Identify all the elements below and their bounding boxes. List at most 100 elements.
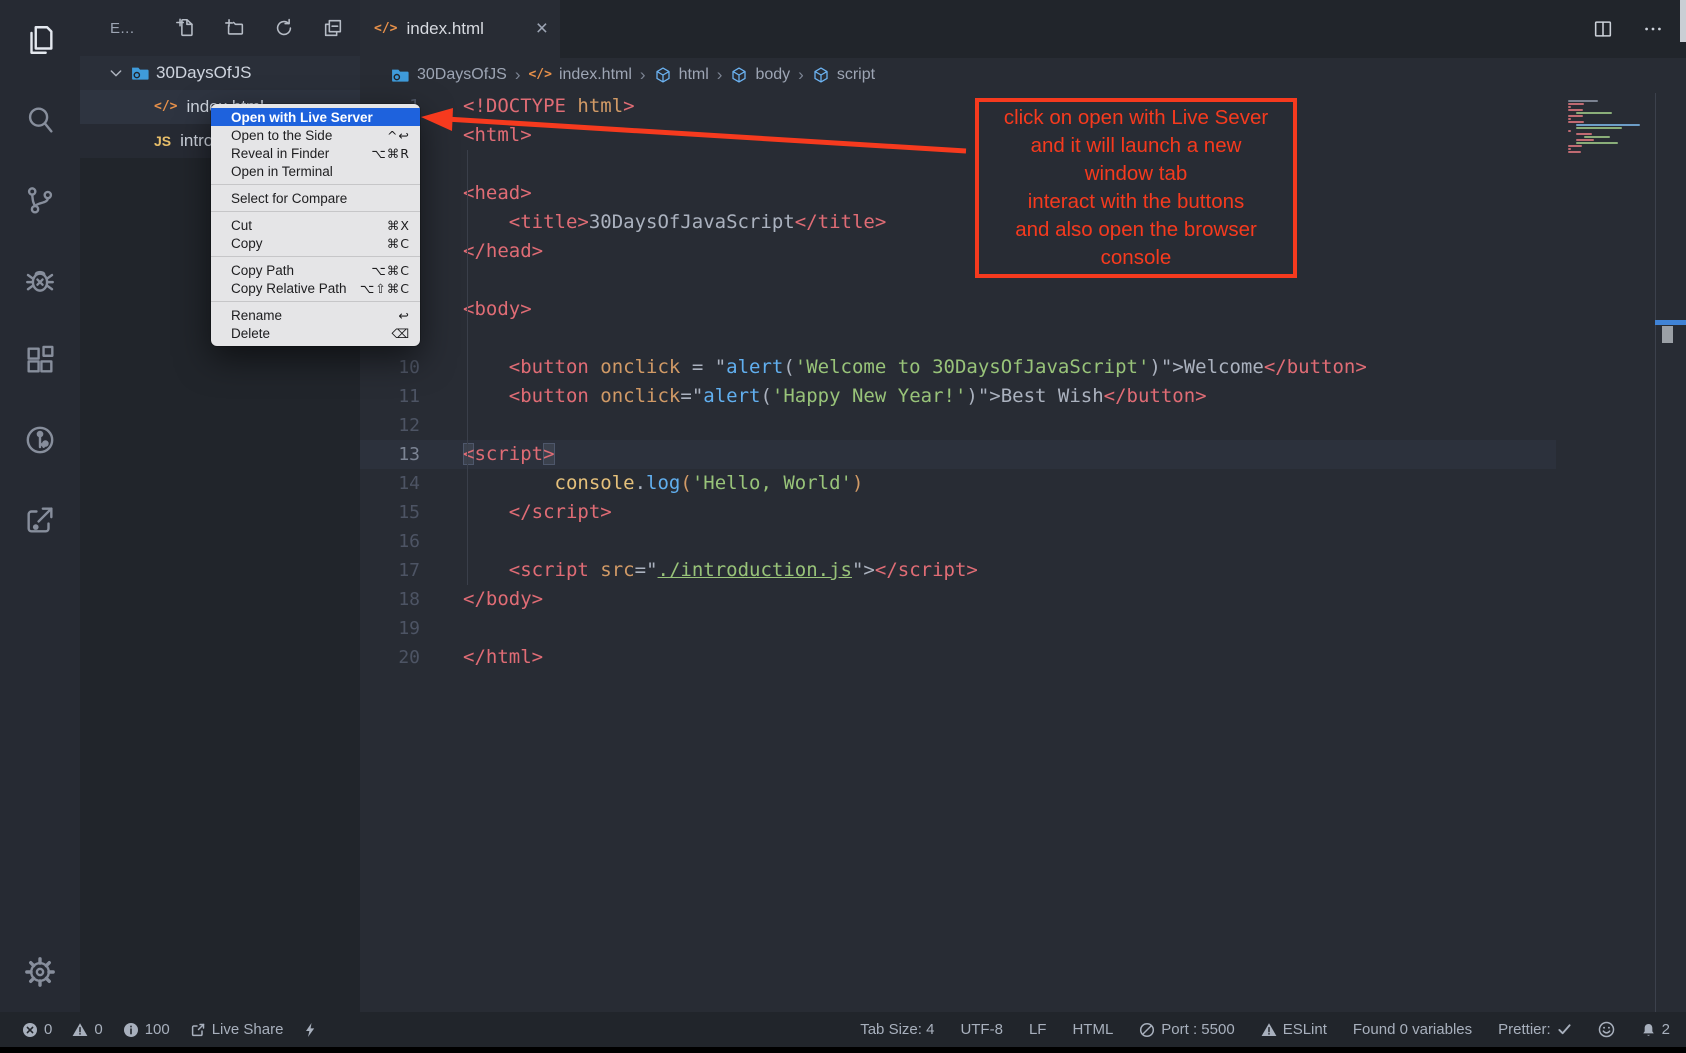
breadcrumb-label: html: [679, 66, 709, 84]
explorer-action-new-file[interactable]: [175, 17, 197, 39]
menu-item-cut[interactable]: Cut⌘X: [211, 216, 420, 234]
menu-item-open-to-the-side[interactable]: Open to the Side ^↩: [211, 126, 420, 144]
activity-item-source-control[interactable]: [0, 160, 80, 240]
explorer-header-label: E...: [110, 20, 135, 37]
status-item-lightning[interactable]: [303, 1022, 317, 1038]
tab-index-html[interactable]: </> index.html ×: [360, 0, 560, 58]
close-tab-icon[interactable]: ×: [536, 17, 548, 41]
breadcrumb-item-index.html[interactable]: </>index.html: [528, 66, 631, 84]
activity-item-live-share[interactable]: [0, 480, 80, 560]
split-editor-icon[interactable]: [1592, 18, 1614, 40]
code-line[interactable]: 18</body>: [360, 585, 1686, 614]
activity-item-extensions[interactable]: [0, 320, 80, 400]
menu-item-shortcut: ⌘C: [387, 236, 410, 251]
warning-icon: [1261, 1022, 1277, 1038]
code-line[interactable]: 13<script>: [360, 440, 1686, 469]
status-item-info[interactable]: 100: [123, 1021, 170, 1038]
code-line-text: </html>: [463, 643, 543, 672]
line-number: 18: [360, 585, 420, 614]
vscode-window: E... 30DaysOfJS </>index.htmlJSintroduct…: [0, 0, 1686, 1053]
explorer-action-new-folder[interactable]: [224, 17, 246, 39]
status-item-prettier[interactable]: Prettier:: [1498, 1021, 1572, 1038]
status-item-language-mode[interactable]: HTML: [1072, 1021, 1113, 1038]
symbol-cube-icon: [730, 66, 748, 84]
scrollbar-thumb[interactable]: [1662, 326, 1673, 343]
status-item-live-server-port[interactable]: Port : 5500: [1139, 1021, 1234, 1038]
menu-item-select-for-compare[interactable]: Select for Compare: [211, 189, 420, 207]
error-icon: [22, 1022, 38, 1038]
status-item-encoding[interactable]: UTF-8: [960, 1021, 1003, 1038]
bell-icon: [1641, 1022, 1656, 1038]
check-icon: [1557, 1022, 1572, 1037]
symbol-cube-icon: [812, 66, 830, 84]
status-item-eol[interactable]: LF: [1029, 1021, 1047, 1038]
menu-separator: [211, 256, 420, 257]
menu-item-label: Copy: [231, 236, 263, 251]
code-line[interactable]: 10 <button onclick = "alert('Welcome to …: [360, 353, 1686, 382]
breadcrumb-item-html[interactable]: html: [654, 66, 709, 84]
menu-item-label: Open to the Side: [231, 128, 332, 143]
status-item-label: 2: [1662, 1021, 1670, 1038]
activity-item-explorer[interactable]: [0, 0, 80, 80]
more-actions-icon[interactable]: [1642, 18, 1664, 40]
line-number: 13: [360, 440, 420, 469]
menu-item-shortcut: ⌥⇧⌘C: [360, 281, 410, 296]
status-item-warnings[interactable]: 0: [72, 1021, 102, 1038]
activity-item-settings[interactable]: [0, 932, 80, 1012]
gear-icon: [23, 955, 57, 989]
status-item-live-share[interactable]: Live Share: [190, 1021, 284, 1038]
scrollbar-highlight[interactable]: [1655, 320, 1686, 325]
activity-item-run-debug[interactable]: [0, 240, 80, 320]
status-item-errors[interactable]: 0: [22, 1021, 52, 1038]
menu-item-open-in-terminal[interactable]: Open in Terminal: [211, 162, 420, 180]
line-number: 17: [360, 556, 420, 585]
info-icon: [123, 1022, 139, 1038]
explorer-action-collapse-folders[interactable]: [322, 17, 344, 39]
breadcrumb-item-body[interactable]: body: [730, 66, 790, 84]
status-item-found-variables[interactable]: Found 0 variables: [1353, 1021, 1472, 1038]
line-number: 14: [360, 469, 420, 498]
code-line-text: <body>: [463, 295, 532, 324]
code-line[interactable]: 16: [360, 527, 1686, 556]
status-item-notifications[interactable]: 2: [1641, 1021, 1670, 1038]
explorer-action-refresh[interactable]: [273, 17, 295, 39]
status-item-feedback[interactable]: [1598, 1021, 1615, 1038]
status-item-tab-size[interactable]: Tab Size: 4: [860, 1021, 934, 1038]
status-item-label: ESLint: [1283, 1021, 1327, 1038]
menu-item-delete[interactable]: Delete⌫: [211, 324, 420, 342]
code-line[interactable]: 8<body>: [360, 295, 1686, 324]
activity-item-version-circle[interactable]: [0, 400, 80, 480]
code-line[interactable]: 12: [360, 411, 1686, 440]
menu-item-copy[interactable]: Copy ⌘C: [211, 234, 420, 252]
menu-item-copy-path[interactable]: Copy Path⌥⌘C: [211, 261, 420, 279]
menu-item-shortcut: ^↩: [387, 128, 410, 143]
files-icon: [23, 23, 57, 57]
editor-scrollbar[interactable]: [1680, 0, 1686, 42]
menu-item-copy-relative-path[interactable]: Copy Relative Path⌥⇧⌘C: [211, 279, 420, 297]
code-line[interactable]: 19: [360, 614, 1686, 643]
tree-root-30DaysOfJS[interactable]: 30DaysOfJS: [80, 56, 360, 90]
minimap[interactable]: [1568, 100, 1652, 154]
minimap-line: [1568, 109, 1583, 111]
code-line[interactable]: 17 <script src="./introduction.js"></scr…: [360, 556, 1686, 585]
status-item-label: Tab Size: 4: [860, 1021, 934, 1038]
code-line[interactable]: 9: [360, 324, 1686, 353]
code-line[interactable]: 15 </script>: [360, 498, 1686, 527]
code-line[interactable]: 14 console.log('Hello, World'): [360, 469, 1686, 498]
minimap-line: [1568, 115, 1583, 117]
menu-item-rename[interactable]: Rename↩: [211, 306, 420, 324]
status-item-eslint[interactable]: ESLint: [1261, 1021, 1327, 1038]
code-line[interactable]: 11 <button onclick="alert('Happy New Yea…: [360, 382, 1686, 411]
breadcrumb-item-30DaysOfJS[interactable]: 30DaysOfJS: [390, 65, 507, 85]
activity-item-search[interactable]: [0, 80, 80, 160]
circle-slash-icon: [1139, 1022, 1155, 1038]
menu-item-open-with-live-server[interactable]: Open with Live Server: [211, 108, 420, 126]
minimap-line: [1568, 145, 1582, 147]
status-item-label: Found 0 variables: [1353, 1021, 1472, 1038]
breadcrumb-item-script[interactable]: script: [812, 66, 875, 84]
code-line[interactable]: 20</html>: [360, 643, 1686, 672]
tab-label: index.html: [406, 19, 483, 39]
menu-item-reveal-in-finder[interactable]: Reveal in Finder⌥⌘R: [211, 144, 420, 162]
annotation-line: interact with the buttons: [979, 188, 1293, 216]
menu-item-label: Open with Live Server: [231, 110, 373, 125]
